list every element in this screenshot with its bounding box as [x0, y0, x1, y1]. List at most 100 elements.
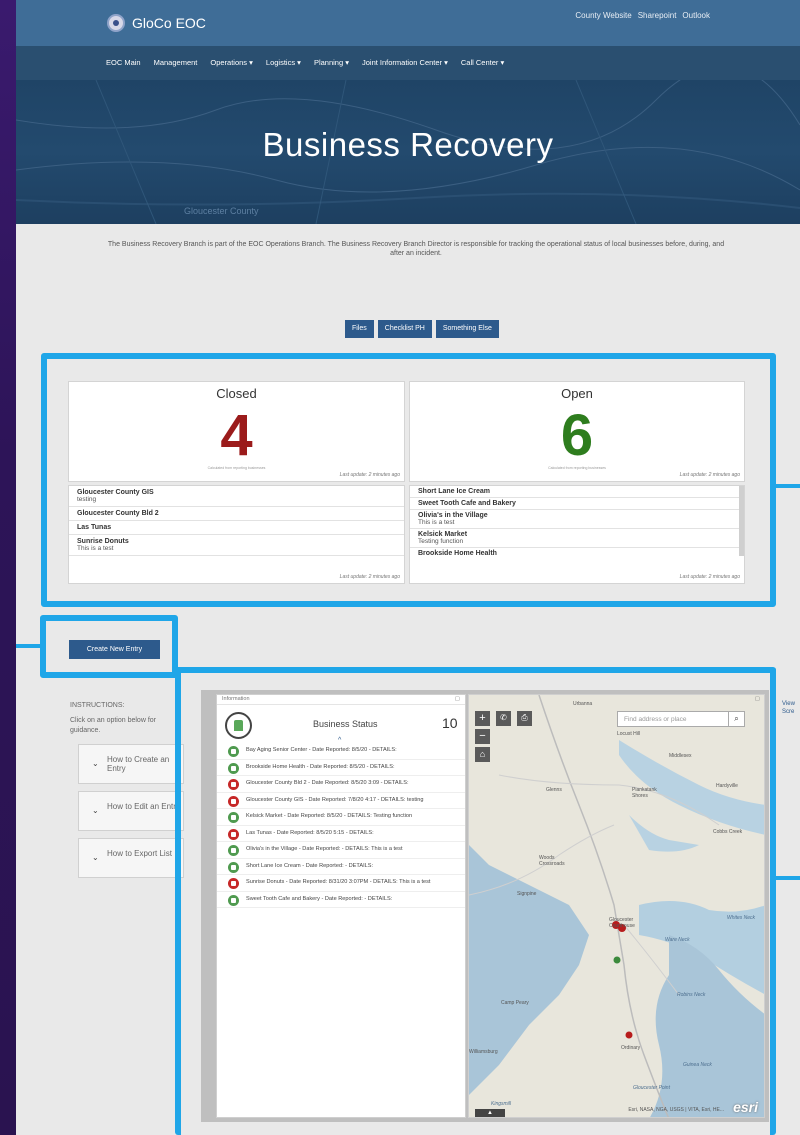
highlight-connector: [16, 644, 40, 648]
nav-planning[interactable]: Planning ▾: [314, 58, 349, 67]
open-title: Open: [561, 386, 593, 401]
closed-title: Closed: [216, 386, 257, 401]
table-row[interactable]: Olivia's in the Village - Date Reported:…: [217, 842, 465, 859]
row-text: Short Lane Ice Cream - Date Reported: - …: [246, 862, 374, 869]
locate-icon[interactable]: ✆: [496, 711, 511, 726]
open-business-list: Short Lane Ice Cream Sweet Tooth Cafe an…: [409, 485, 745, 584]
accordion-export-list[interactable]: ⌄ How to Export List: [78, 838, 184, 878]
search-icon[interactable]: ⌕: [728, 712, 744, 726]
accordion-create-entry[interactable]: ⌄ How to Create an Entry: [78, 744, 184, 784]
brand-title[interactable]: GloCo EOC: [132, 15, 206, 31]
sharepoint-link[interactable]: Sharepoint: [638, 11, 677, 20]
row-text: Kelsick Market - Date Reported: 8/5/20 -…: [246, 813, 413, 819]
table-row[interactable]: Short Lane Ice Cream - Date Reported: - …: [217, 859, 465, 875]
nav-logistics[interactable]: Logistics ▾: [266, 58, 301, 67]
table-row[interactable]: Bay Aging Senior Center - Date Reported:…: [217, 743, 465, 760]
business-pin-icon: [228, 762, 239, 774]
map-view[interactable]: + − ⌂ ✆ ⎙ Find address or place ⌕ ▢ Urba…: [468, 694, 765, 1118]
nav-call-center[interactable]: Call Center ▾: [461, 58, 504, 67]
row-text: Gloucester County Bld 2 - Date Reported:…: [246, 780, 409, 786]
row-text: Brookside Home Health - Date Reported: 8…: [246, 763, 395, 770]
list-item[interactable]: Sunrise Donuts This is a test: [69, 535, 404, 556]
something-else-button[interactable]: Something Else: [435, 320, 499, 338]
table-row[interactable]: Sweet Tooth Cafe and Bakery - Date Repor…: [217, 892, 465, 908]
instructions-text: Click on an option below for guidance.: [70, 717, 156, 734]
table-row[interactable]: Gloucester County Bld 2 - Date Reported:…: [217, 776, 465, 793]
closed-updated: Last update: 2 minutes ago: [339, 472, 400, 478]
view-screen-link[interactable]: View Scre: [782, 700, 800, 716]
table-row[interactable]: Las Tunas - Date Reported: 8/5/20 5:15 -…: [217, 826, 465, 842]
closed-count: 4: [220, 403, 253, 468]
business-pin-icon: [228, 894, 239, 906]
chevron-down-icon: ⌄: [92, 853, 99, 862]
panel-header: Information: [222, 696, 250, 702]
list-item[interactable]: Olivia's in the Village This is a test: [410, 510, 744, 529]
row-text: Las Tunas - Date Reported: 8/5/20 5:15 -…: [246, 829, 374, 836]
highlight-connector: [776, 484, 800, 488]
list-item[interactable]: Brookside Home Health: [410, 548, 744, 559]
list-scrollbar[interactable]: [739, 486, 744, 556]
top-links: County Website Sharepoint Outlook: [575, 11, 710, 20]
map-search-input[interactable]: Find address or place ⌕: [617, 711, 745, 727]
business-pin-icon: [228, 779, 239, 790]
business-pin-icon: [228, 828, 239, 840]
zoom-out-button[interactable]: −: [475, 729, 490, 744]
list-item[interactable]: Las Tunas: [69, 521, 404, 535]
chevron-down-icon: ⌄: [92, 759, 99, 768]
business-pin-icon: [228, 795, 239, 807]
hero-map-label: Gloucester County: [184, 206, 259, 216]
business-status-icon: [225, 712, 252, 739]
list-item[interactable]: Gloucester County Bld 2: [69, 507, 404, 521]
outlook-link[interactable]: Outlook: [682, 11, 710, 20]
business-status-title: Business Status: [313, 719, 378, 729]
map-attribution: Esri, NASA, NGA, USGS | VITA, Esri, HE..…: [628, 1107, 724, 1113]
open-count-card: Open 6 Calculated from reporting busines…: [409, 381, 745, 482]
highlight-connector: [776, 876, 800, 880]
row-text: Gloucester County GIS - Date Reported: 7…: [246, 796, 424, 803]
create-new-entry-button[interactable]: Create New Entry: [69, 640, 160, 659]
list-item[interactable]: Gloucester County GIS testing: [69, 486, 404, 507]
table-row[interactable]: Gloucester County GIS - Date Reported: 7…: [217, 793, 465, 809]
esri-logo: esri: [733, 1099, 758, 1115]
table-row[interactable]: Sunrise Donuts - Date Reported: 8/31/20 …: [217, 875, 465, 892]
table-row[interactable]: Brookside Home Health - Date Reported: 8…: [217, 760, 465, 776]
business-status-list: Bay Aging Senior Center - Date Reported:…: [217, 743, 465, 908]
print-icon[interactable]: ⎙: [517, 711, 532, 726]
checklist-button[interactable]: Checklist PH: [377, 320, 432, 338]
map-canvas: [469, 695, 764, 1117]
files-button[interactable]: Files: [345, 320, 374, 338]
business-status-count: 10: [442, 715, 458, 731]
nav-management[interactable]: Management: [154, 58, 198, 67]
maximize-icon[interactable]: ▢: [755, 696, 760, 702]
nav-joint-information-center[interactable]: Joint Information Center ▾: [362, 58, 448, 67]
county-website-link[interactable]: County Website: [575, 11, 631, 20]
business-pin-icon: [228, 861, 239, 873]
hero-banner: Gloucester County Business Recovery: [16, 80, 800, 224]
nav-operations[interactable]: Operations ▾: [210, 58, 253, 67]
business-pin-icon: [228, 812, 239, 823]
instructions-heading: INSTRUCTIONS:: [70, 702, 125, 709]
list-item[interactable]: Kelsick Market Testing function: [410, 529, 744, 548]
closed-note: Calculated from reporting businesses: [207, 466, 266, 470]
list-item[interactable]: Short Lane Ice Cream: [410, 486, 744, 498]
list-item[interactable]: Sweet Tooth Cafe and Bakery: [410, 498, 744, 510]
quick-links: Files Checklist PH Something Else: [345, 320, 499, 338]
accordion-edit-entry[interactable]: ⌄ How to Edit an Entry: [78, 791, 184, 831]
home-icon[interactable]: ⌂: [475, 747, 490, 762]
row-text: Sunrise Donuts - Date Reported: 8/31/20 …: [246, 879, 431, 885]
county-seal-icon[interactable]: [107, 14, 125, 32]
open-count: 6: [560, 403, 594, 468]
open-list-updated: Last update: 2 minutes ago: [679, 574, 740, 580]
business-pin-icon: [228, 746, 239, 757]
zoom-in-button[interactable]: +: [475, 711, 490, 726]
expand-caret-icon[interactable]: ▲: [475, 1109, 505, 1117]
main-nav: EOC Main Management Operations ▾ Logisti…: [16, 46, 800, 80]
row-text: Sweet Tooth Cafe and Bakery - Date Repor…: [246, 895, 393, 902]
business-pin-icon: [228, 845, 239, 856]
closed-count-card: Closed 4 Calculated from reporting busin…: [68, 381, 405, 482]
row-text: Olivia's in the Village - Date Reported:…: [246, 846, 403, 852]
table-row[interactable]: Kelsick Market - Date Reported: 8/5/20 -…: [217, 809, 465, 826]
maximize-icon[interactable]: ▢: [455, 696, 460, 702]
business-pin-icon: [228, 878, 239, 889]
nav-eoc-main[interactable]: EOC Main: [106, 58, 141, 67]
